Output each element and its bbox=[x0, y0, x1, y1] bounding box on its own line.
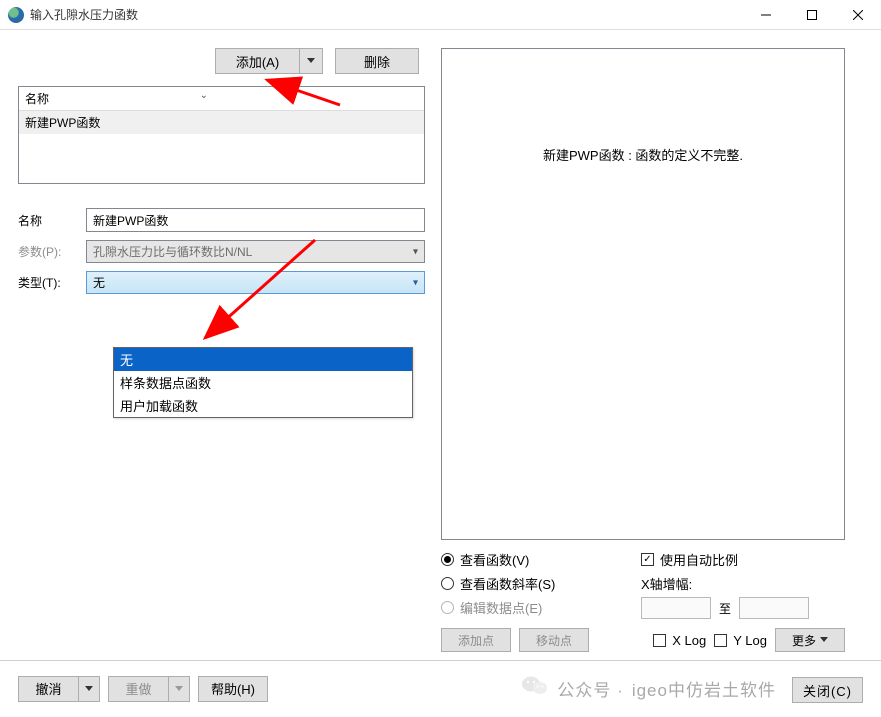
x-zoom-label: X轴增幅: bbox=[641, 574, 845, 593]
checkbox-icon: ✓ bbox=[641, 553, 654, 566]
more-button[interactable]: 更多 bbox=[775, 628, 845, 652]
checkbox-label: 使用自动比例 bbox=[660, 550, 738, 569]
redo-dropdown bbox=[168, 676, 190, 702]
check-xlog[interactable]: X Log bbox=[653, 633, 706, 648]
add-dropdown-button[interactable] bbox=[299, 48, 323, 74]
watermark: 公众号 · igeo中仿岩土软件 关闭(C) bbox=[521, 674, 863, 704]
watermark-prefix: 公众号 · bbox=[557, 676, 623, 701]
name-label: 名称 bbox=[18, 212, 86, 229]
check-auto-scale[interactable]: ✓ 使用自动比例 bbox=[641, 550, 845, 569]
redo-button: 重做 bbox=[108, 676, 168, 702]
to-label: 至 bbox=[719, 600, 731, 617]
type-option-none[interactable]: 无 bbox=[114, 348, 412, 371]
chevron-down-icon: ▾ bbox=[413, 246, 418, 257]
type-combo[interactable]: 无 ▾ bbox=[86, 271, 425, 294]
radio-icon bbox=[441, 577, 454, 590]
radio-label: 查看函数斜率(S) bbox=[460, 574, 555, 593]
delete-button[interactable]: 删除 bbox=[335, 48, 419, 74]
sort-caret-icon: ⌄ bbox=[200, 90, 208, 107]
window-title: 输入孔隙水压力函数 bbox=[30, 6, 743, 23]
move-point-button: 移动点 bbox=[519, 628, 589, 652]
type-option-userload[interactable]: 用户加载函数 bbox=[114, 394, 412, 417]
param-combo: 孔隙水压力比与循环数比N/NL ▾ bbox=[86, 240, 425, 263]
left-pane: 添加(A) 删除 名称 ⌄ 新建PWP函数 名称 参数(P): 孔隙 bbox=[0, 30, 435, 660]
x-zoom-inputs: 至 bbox=[641, 597, 845, 619]
type-label: 类型(T): bbox=[18, 274, 86, 291]
radio-view-function[interactable]: 查看函数(V) bbox=[441, 550, 601, 569]
add-split-button: 添加(A) bbox=[215, 48, 323, 74]
titlebar: 输入孔隙水压力函数 bbox=[0, 0, 881, 30]
type-dropdown-popup: 无 样条数据点函数 用户加载函数 bbox=[113, 347, 413, 418]
undo-dropdown[interactable] bbox=[78, 676, 100, 702]
type-option-spline[interactable]: 样条数据点函数 bbox=[114, 371, 412, 394]
more-label: 更多 bbox=[792, 632, 816, 649]
add-point-button: 添加点 bbox=[441, 628, 511, 652]
add-button[interactable]: 添加(A) bbox=[215, 48, 299, 74]
function-list[interactable]: 名称 ⌄ 新建PWP函数 bbox=[18, 86, 425, 184]
name-row: 名称 bbox=[18, 208, 425, 232]
param-combo-value: 孔隙水压力比与循环数比N/NL bbox=[93, 243, 252, 260]
minimize-button[interactable] bbox=[743, 0, 789, 29]
radio-icon bbox=[441, 553, 454, 566]
right-pane: 新建PWP函数 : 函数的定义不完整. 查看函数(V) 查看函数斜率(S) 编辑… bbox=[435, 30, 863, 660]
app-icon bbox=[8, 7, 24, 23]
checkbox-icon bbox=[714, 634, 727, 647]
list-header[interactable]: 名称 ⌄ bbox=[19, 87, 424, 111]
wechat-icon bbox=[521, 674, 549, 696]
radio-label: 查看函数(V) bbox=[460, 550, 529, 569]
chevron-down-icon: ▾ bbox=[413, 277, 418, 288]
type-row: 类型(T): 无 ▾ bbox=[18, 271, 425, 294]
checkbox-label: Y Log bbox=[733, 633, 767, 648]
param-row: 参数(P): 孔隙水压力比与循环数比N/NL ▾ bbox=[18, 240, 425, 263]
watermark-brand: igeo中仿岩土软件 bbox=[632, 676, 776, 701]
checkbox-label: X Log bbox=[672, 633, 706, 648]
preview-box: 新建PWP函数 : 函数的定义不完整. bbox=[441, 48, 845, 540]
radio-edit-points: 编辑数据点(E) bbox=[441, 598, 601, 617]
list-item[interactable]: 新建PWP函数 bbox=[19, 111, 424, 134]
radio-label: 编辑数据点(E) bbox=[460, 598, 542, 617]
check-ylog[interactable]: Y Log bbox=[714, 633, 767, 648]
name-input[interactable] bbox=[86, 208, 425, 232]
radio-icon bbox=[441, 601, 454, 614]
x-zoom-to[interactable] bbox=[739, 597, 809, 619]
redo-split-button: 重做 bbox=[108, 676, 190, 702]
preview-message: 新建PWP函数 : 函数的定义不完整. bbox=[543, 148, 743, 163]
footer: 撤消 重做 帮助(H) 公众号 · igeo中仿岩土软件 关闭(C) bbox=[0, 660, 881, 716]
radio-view-slope[interactable]: 查看函数斜率(S) bbox=[441, 574, 601, 593]
help-button[interactable]: 帮助(H) bbox=[198, 676, 268, 702]
type-combo-value: 无 bbox=[93, 274, 105, 291]
maximize-button[interactable] bbox=[789, 0, 835, 29]
left-toolbar: 添加(A) 删除 bbox=[18, 48, 425, 74]
list-header-name: 名称 bbox=[25, 90, 200, 107]
x-zoom-from[interactable] bbox=[641, 597, 711, 619]
close-button[interactable] bbox=[835, 0, 881, 29]
undo-button[interactable]: 撤消 bbox=[18, 676, 78, 702]
chevron-down-icon bbox=[820, 637, 828, 643]
undo-split-button: 撤消 bbox=[18, 676, 100, 702]
close-dialog-button[interactable]: 关闭(C) bbox=[792, 677, 863, 703]
checkbox-icon bbox=[653, 634, 666, 647]
param-label: 参数(P): bbox=[18, 243, 86, 260]
window-controls bbox=[743, 0, 881, 29]
right-controls: 查看函数(V) 查看函数斜率(S) 编辑数据点(E) ✓ 使用自动比例 bbox=[441, 550, 845, 652]
